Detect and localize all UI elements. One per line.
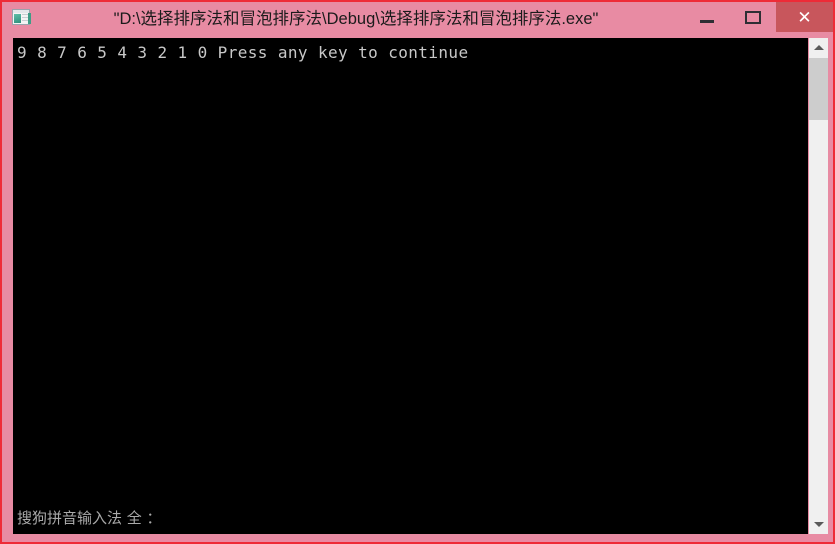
scrollbar-track[interactable]: [809, 120, 828, 515]
console-window: "D:\选择排序法和冒泡排序法\Debug\选择排序法和冒泡排序法.exe" ✕…: [0, 0, 835, 544]
close-icon: ✕: [797, 7, 812, 27]
scroll-down-arrow[interactable]: [809, 515, 828, 534]
vertical-scrollbar[interactable]: [809, 38, 828, 534]
console-output-line: 9 8 7 6 5 4 3 2 1 0 Press any key to con…: [17, 43, 469, 62]
title-bar[interactable]: "D:\选择排序法和冒泡排序法\Debug\选择排序法和冒泡排序法.exe" ✕: [2, 2, 833, 32]
minimize-button[interactable]: [684, 2, 730, 32]
console-window-icon: [12, 9, 31, 25]
icon-titlebar-strip: [13, 10, 29, 13]
chevron-up-icon: [813, 45, 824, 50]
scrollbar-thumb[interactable]: [809, 58, 828, 120]
minimize-icon: [700, 19, 714, 23]
scroll-up-arrow[interactable]: [809, 38, 828, 57]
maximize-button[interactable]: [730, 2, 776, 32]
icon-green-edge: [28, 13, 31, 24]
icon-green-pane: [14, 14, 21, 23]
console-output-area[interactable]: 9 8 7 6 5 4 3 2 1 0 Press any key to con…: [13, 38, 808, 534]
chevron-down-icon: [813, 522, 824, 527]
maximize-icon: [745, 10, 761, 24]
window-title: "D:\选择排序法和冒泡排序法\Debug\选择排序法和冒泡排序法.exe": [113, 10, 599, 28]
ime-status-text: 搜狗拼音输入法 全 ：: [17, 509, 162, 527]
close-button[interactable]: ✕: [776, 2, 833, 32]
